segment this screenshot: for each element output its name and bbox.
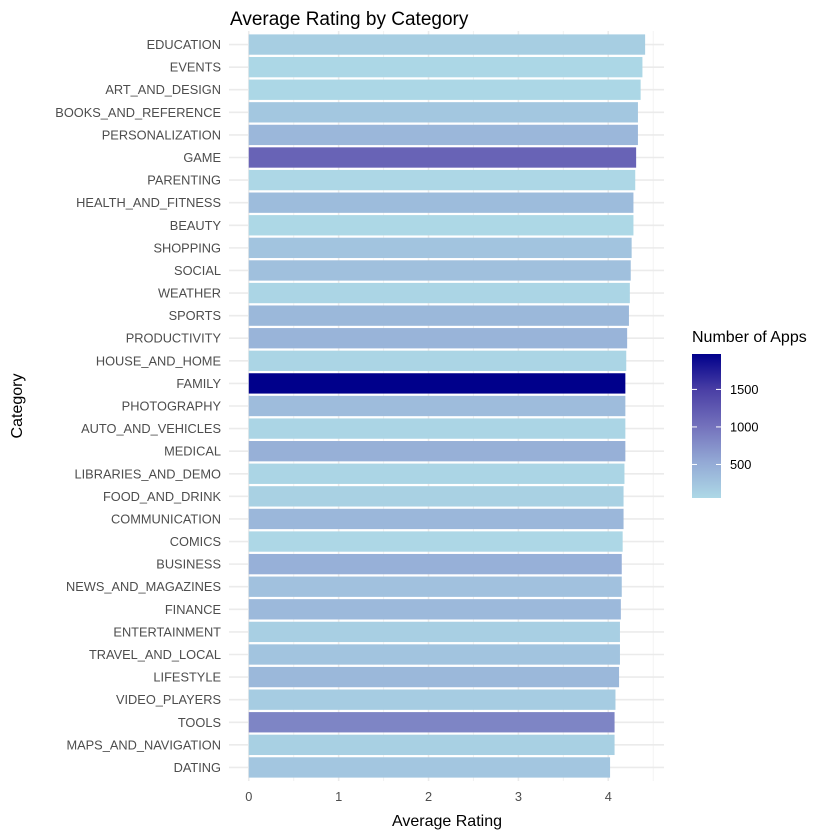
y-tick-label: VIDEO_PLAYERS bbox=[116, 692, 221, 707]
bar-family bbox=[248, 373, 626, 394]
y-tick-label: BUSINESS bbox=[156, 557, 221, 572]
y-tick-label: LIBRARIES_AND_DEMO bbox=[75, 466, 222, 481]
bars bbox=[248, 34, 646, 778]
bar-libraries-and-demo bbox=[248, 463, 625, 484]
y-tick-label: FOOD_AND_DRINK bbox=[103, 489, 221, 504]
y-tick-label: PARENTING bbox=[147, 173, 221, 188]
legend-tick-label: 1500 bbox=[730, 382, 758, 397]
bar-entertainment bbox=[248, 621, 620, 643]
chart-title: Average Rating by Category bbox=[230, 9, 469, 30]
x-tick-label: 4 bbox=[605, 789, 612, 804]
y-tick-label: ART_AND_DESIGN bbox=[105, 82, 221, 97]
bar-tools bbox=[248, 712, 615, 733]
y-tick-label: GAME bbox=[183, 150, 221, 165]
chart: Average Rating by Category EDUCATION EVEN… bbox=[9, 9, 807, 830]
bar-business bbox=[248, 553, 622, 575]
bar-medical bbox=[248, 441, 626, 462]
bar-art-and-design bbox=[248, 79, 641, 100]
bar-finance bbox=[248, 599, 621, 620]
colorbar bbox=[692, 354, 721, 498]
y-tick-label: HOUSE_AND_HOME bbox=[96, 353, 221, 368]
x-tick-label: 3 bbox=[515, 789, 522, 804]
bar-maps-and-navigation bbox=[248, 734, 615, 756]
legend-tick-label: 1000 bbox=[730, 419, 758, 434]
y-tick-label: NEWS_AND_MAGAZINES bbox=[66, 579, 221, 594]
bar-travel-and-local bbox=[248, 644, 620, 665]
y-tick-label: FAMILY bbox=[176, 376, 221, 391]
bar-dating bbox=[248, 757, 611, 778]
x-tick-label: 0 bbox=[245, 789, 252, 804]
x-axis-tick-labels: 0 1 2 3 4 bbox=[245, 789, 612, 804]
y-tick-label: DATING bbox=[174, 760, 221, 775]
bar-video-players bbox=[248, 689, 616, 710]
y-tick-label: AUTO_AND_VEHICLES bbox=[81, 421, 221, 436]
bar-news-and-magazines bbox=[248, 576, 622, 597]
bar-education bbox=[248, 34, 646, 55]
bar-personalization bbox=[248, 124, 638, 146]
y-tick-label: ENTERTAINMENT bbox=[113, 624, 221, 639]
bar-house-and-home bbox=[248, 350, 627, 371]
y-tick-label: MAPS_AND_NAVIGATION bbox=[66, 737, 221, 752]
y-tick-label: EVENTS bbox=[170, 60, 221, 75]
y-tick-label: TOOLS bbox=[178, 715, 221, 730]
y-tick-label: PERSONALIZATION bbox=[102, 127, 221, 142]
y-tick-label: EDUCATION bbox=[147, 37, 221, 52]
bar-weather bbox=[248, 282, 630, 304]
y-tick-label: TRAVEL_AND_LOCAL bbox=[89, 647, 221, 662]
y-tick-label: BEAUTY bbox=[170, 218, 222, 233]
bar-events bbox=[248, 56, 643, 78]
x-axis-title: Average Rating bbox=[392, 813, 502, 830]
bar-comics bbox=[248, 531, 623, 552]
bar-books-and-reference bbox=[248, 102, 638, 123]
x-tick-label: 1 bbox=[335, 789, 342, 804]
bar-shopping bbox=[248, 237, 632, 259]
bar-health-and-fitness bbox=[248, 192, 634, 213]
y-axis-title: Category bbox=[9, 374, 26, 439]
y-tick-label: SOCIAL bbox=[174, 263, 221, 278]
bar-productivity bbox=[248, 328, 628, 349]
y-tick-label: PHOTOGRAPHY bbox=[122, 399, 222, 414]
bar-game bbox=[248, 147, 637, 168]
legend: Number of Apps 500 1000 1500 bbox=[692, 329, 807, 498]
y-tick-label: BOOKS_AND_REFERENCE bbox=[55, 105, 221, 120]
y-tick-label: COMMUNICATION bbox=[111, 511, 221, 526]
legend-tick-label: 500 bbox=[730, 457, 751, 472]
y-axis-tick-labels: EDUCATION EVENTS ART_AND_DESIGN BOOKS_AND_R… bbox=[55, 37, 221, 775]
y-tick-label: PRODUCTIVITY bbox=[126, 331, 222, 346]
bar-lifestyle bbox=[248, 666, 620, 688]
y-tick-label: COMICS bbox=[170, 534, 221, 549]
bar-beauty bbox=[248, 215, 634, 236]
bar-photography bbox=[248, 395, 626, 417]
x-tick-label: 2 bbox=[425, 789, 432, 804]
y-tick-label: SHOPPING bbox=[153, 240, 221, 255]
y-tick-label: SPORTS bbox=[169, 308, 221, 323]
y-tick-label: FINANCE bbox=[165, 602, 221, 617]
legend-title: Number of Apps bbox=[692, 329, 807, 346]
bar-social bbox=[248, 260, 631, 281]
bar-auto-and-vehicles bbox=[248, 418, 626, 439]
y-tick-label: MEDICAL bbox=[164, 444, 221, 459]
y-tick-label: LIFESTYLE bbox=[153, 670, 221, 685]
y-tick-label: WEATHER bbox=[158, 286, 221, 301]
bar-sports bbox=[248, 305, 629, 326]
y-tick-label: HEALTH_AND_FITNESS bbox=[76, 195, 221, 210]
bar-food-and-drink bbox=[248, 486, 624, 507]
bar-communication bbox=[248, 508, 624, 530]
bar-parenting bbox=[248, 169, 636, 191]
